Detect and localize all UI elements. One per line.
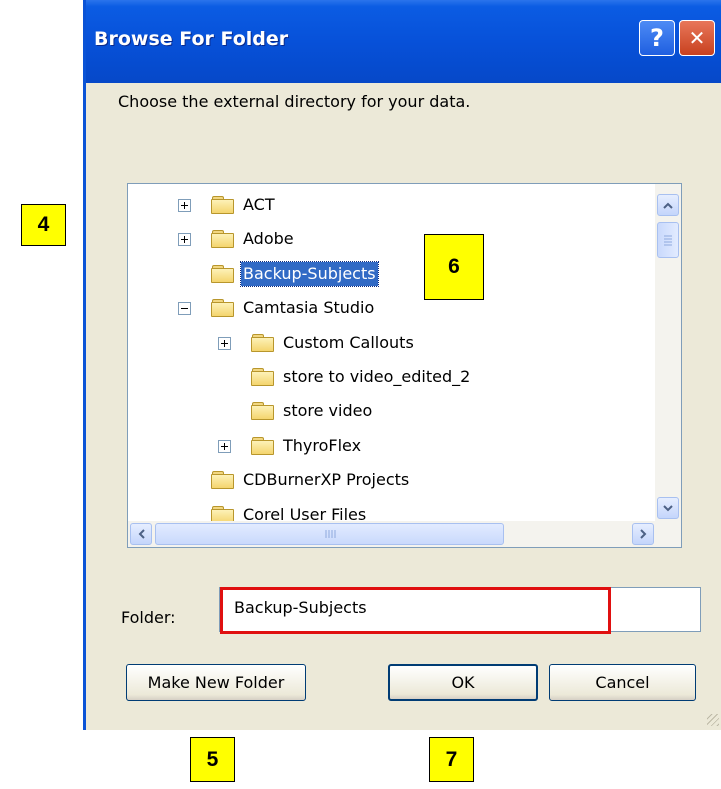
vertical-scroll-thumb[interactable] bbox=[657, 222, 679, 258]
scroll-down-button[interactable] bbox=[657, 497, 679, 519]
tree-item-label: store to video_edited_2 bbox=[283, 367, 471, 386]
scroll-left-button[interactable] bbox=[130, 523, 152, 545]
tree-item[interactable]: store to video_edited_2 bbox=[128, 362, 648, 392]
tree-item[interactable]: ThyroFlex bbox=[128, 431, 648, 461]
collapse-icon[interactable] bbox=[178, 302, 191, 316]
tree-item[interactable]: Camtasia Studio bbox=[128, 293, 648, 323]
grip-icon bbox=[325, 530, 336, 538]
tree-item-label: ACT bbox=[243, 195, 275, 214]
dialog-prompt: Choose the external directory for your d… bbox=[118, 92, 471, 111]
folder-icon bbox=[211, 195, 235, 215]
folder-icon bbox=[251, 401, 275, 421]
tree-item[interactable]: ACT bbox=[128, 190, 648, 220]
folder-icon bbox=[251, 333, 275, 353]
tree-item[interactable]: store video bbox=[128, 396, 648, 426]
resize-grip[interactable] bbox=[707, 714, 719, 726]
tree-item[interactable]: Adobe bbox=[128, 224, 648, 254]
tree-item-label: Adobe bbox=[243, 229, 294, 249]
tree-item-label: Camtasia Studio bbox=[243, 298, 375, 318]
close-icon: ✕ bbox=[688, 26, 706, 50]
make-new-folder-button[interactable]: Make New Folder bbox=[126, 664, 306, 701]
callout-5: 5 bbox=[190, 737, 235, 782]
down-arrow-icon bbox=[663, 504, 673, 511]
cancel-button[interactable]: Cancel bbox=[549, 664, 696, 701]
left-arrow-icon bbox=[138, 529, 145, 539]
folder-icon bbox=[251, 436, 275, 456]
tree-item[interactable]: Custom Callouts bbox=[128, 328, 648, 358]
grip-icon bbox=[664, 235, 672, 246]
tree-item-label: ThyroFlex bbox=[283, 435, 362, 455]
folder-icon bbox=[211, 264, 235, 284]
tree-item[interactable]: Backup-Subjects bbox=[128, 259, 648, 289]
scroll-right-button[interactable] bbox=[632, 523, 654, 545]
folder-label: Folder: bbox=[121, 608, 176, 627]
horizontal-scrollbar[interactable] bbox=[128, 521, 681, 547]
expand-icon[interactable] bbox=[218, 336, 231, 350]
callout-4: 4 bbox=[21, 204, 66, 246]
expand-icon[interactable] bbox=[178, 233, 191, 247]
folder-tree[interactable]: ACT Adobe Backup-Subjects Camtasia Studio Cu… bbox=[127, 183, 682, 548]
help-button[interactable]: ? bbox=[639, 20, 675, 56]
folder-icon bbox=[211, 298, 235, 318]
tree-item-label: Backup-Subjects bbox=[240, 260, 379, 287]
callout-7: 7 bbox=[429, 737, 474, 782]
folder-icon bbox=[251, 367, 275, 387]
tree-item-label: CDBurnerXP Projects bbox=[243, 470, 410, 490]
expand-icon[interactable] bbox=[218, 439, 231, 453]
ok-button[interactable]: OK bbox=[388, 664, 538, 701]
highlight-box bbox=[220, 587, 611, 634]
tree-item-label: Custom Callouts bbox=[283, 332, 414, 352]
tree-item-label: store video bbox=[283, 401, 373, 421]
browse-for-folder-dialog: Browse For Folder ? ✕ Choose the externa… bbox=[83, 0, 721, 730]
folder-icon bbox=[211, 470, 235, 490]
callout-6: 6 bbox=[424, 234, 484, 300]
folder-icon bbox=[211, 229, 235, 249]
up-arrow-icon bbox=[663, 202, 673, 209]
tree-item[interactable]: CDBurnerXP Projects bbox=[128, 465, 648, 495]
right-arrow-icon bbox=[639, 529, 646, 539]
close-button[interactable]: ✕ bbox=[679, 20, 715, 56]
title-bar[interactable]: Browse For Folder ? ✕ bbox=[86, 0, 721, 83]
scroll-up-button[interactable] bbox=[657, 194, 679, 216]
expand-icon[interactable] bbox=[178, 199, 191, 212]
vertical-scrollbar[interactable] bbox=[655, 184, 681, 522]
help-icon: ? bbox=[650, 24, 664, 52]
dialog-title: Browse For Folder bbox=[94, 28, 289, 50]
horizontal-scroll-thumb[interactable] bbox=[155, 523, 504, 545]
